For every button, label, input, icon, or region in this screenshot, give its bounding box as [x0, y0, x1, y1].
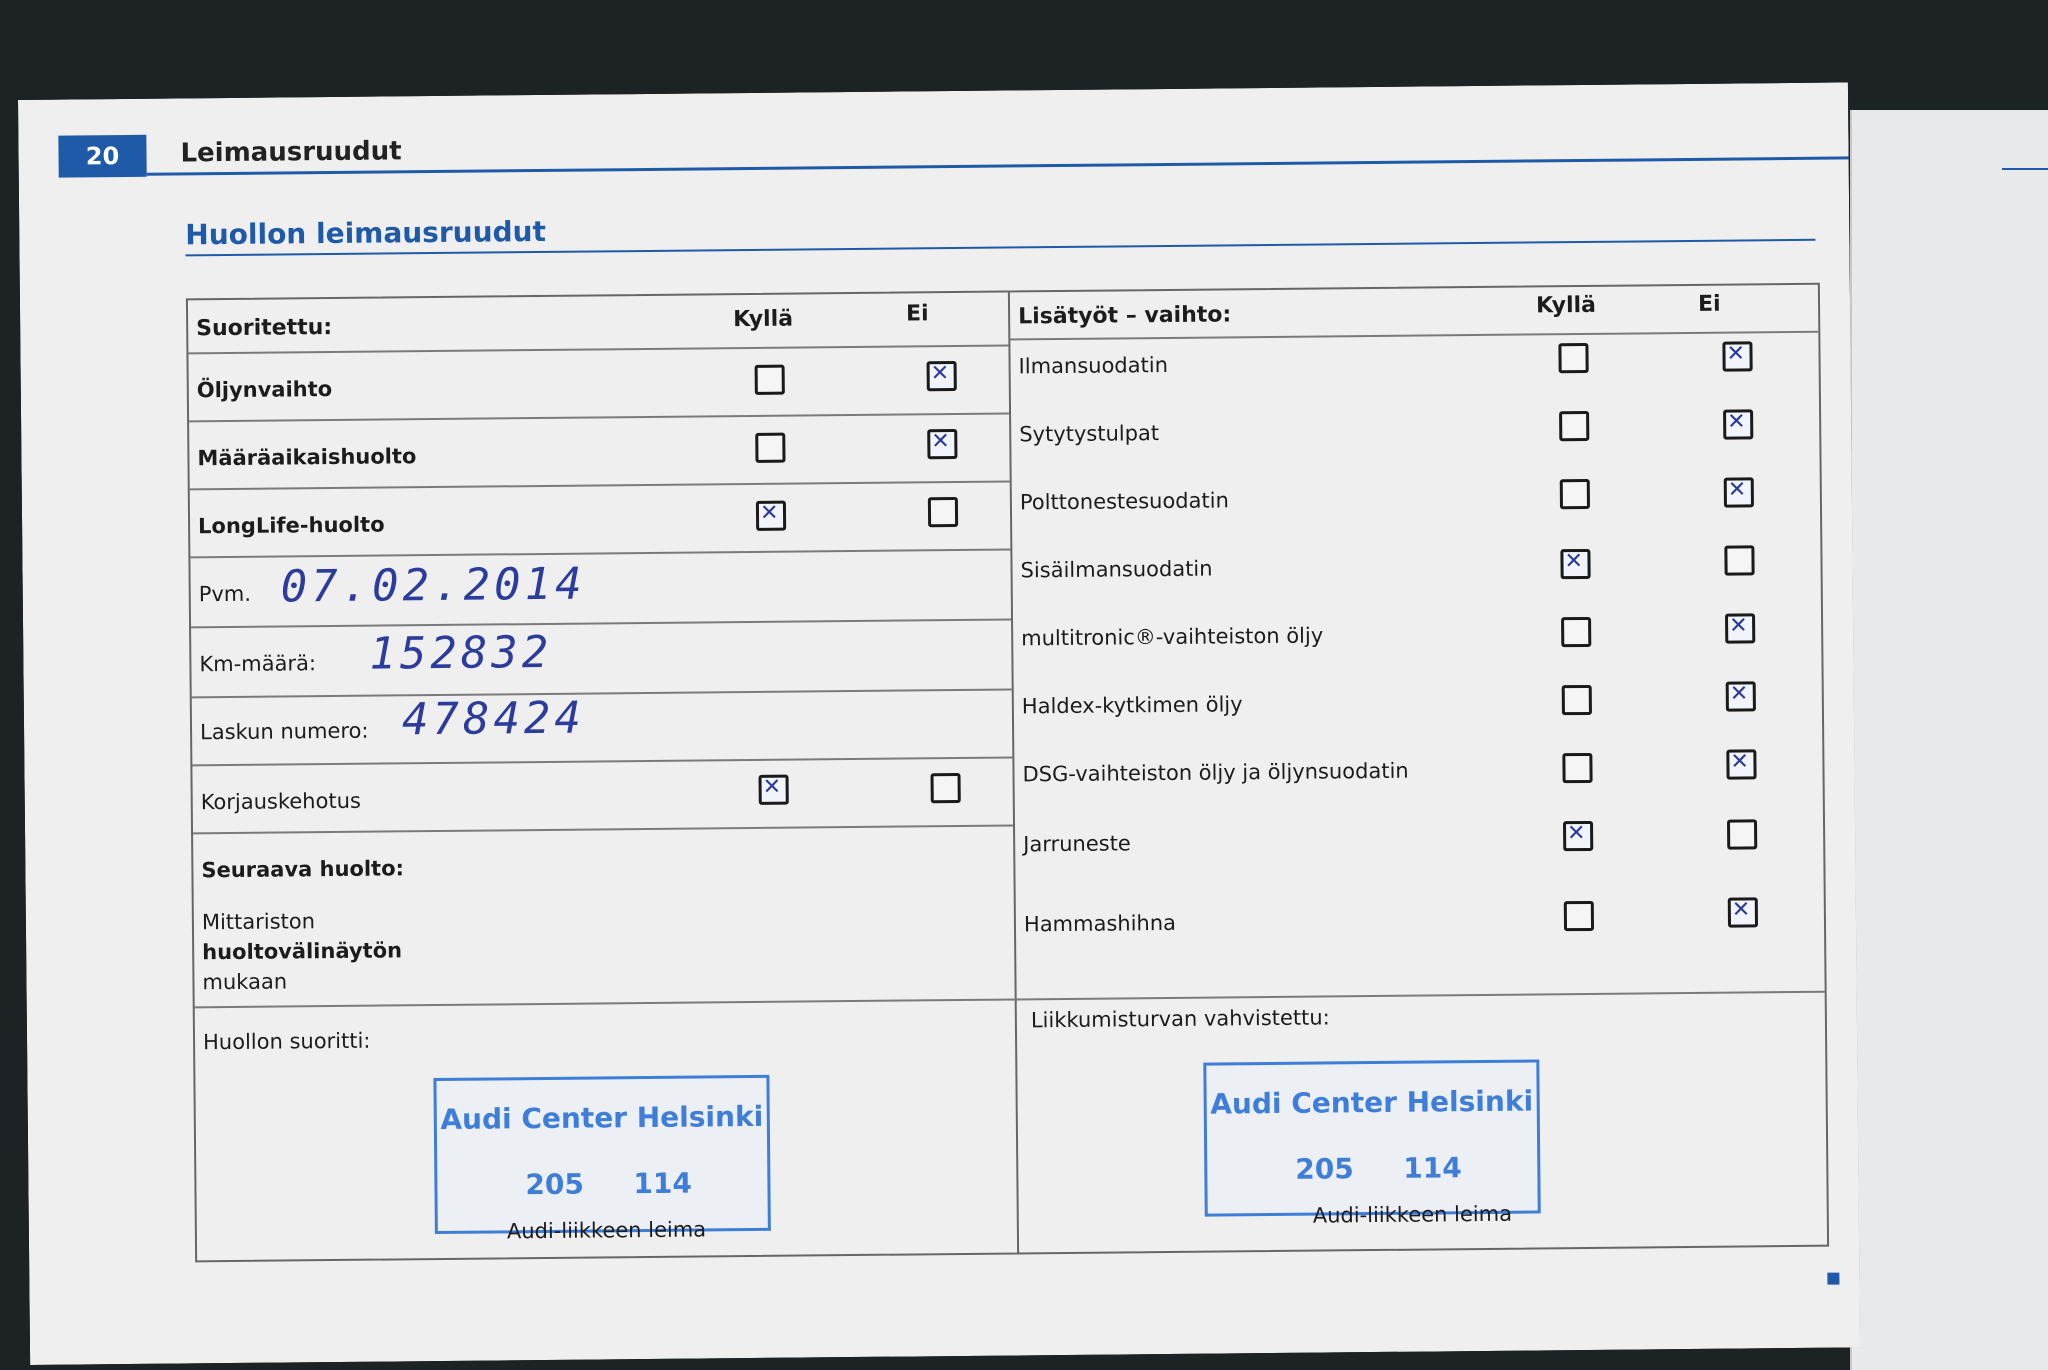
haldex-oil-no-checkbox[interactable]: [1726, 681, 1756, 711]
manual-page: 20 Leimausruudut Huollon leimausruudut S…: [18, 82, 1860, 1365]
dealer-stamp-left: Audi Center Helsinki 205 114: [433, 1075, 770, 1234]
oil-change-yes-checkbox[interactable]: [755, 365, 785, 395]
km-label: Km-määrä:: [199, 651, 317, 677]
left-header-yes: Kyllä: [733, 306, 794, 333]
page-number: 20: [58, 135, 146, 178]
repair-no-checkbox[interactable]: [931, 773, 961, 803]
repair-label: Korjauskehotus: [200, 788, 361, 815]
air-filter-label: Ilmansuodatin: [1018, 352, 1169, 379]
row-periodic-service-label: Määräaikaishuolto: [197, 444, 417, 471]
cabin-filter-label: Sisäilmansuodatin: [1020, 556, 1213, 583]
facing-page-rule: [2002, 168, 2048, 170]
section-title: Huollon leimausruudut: [185, 214, 547, 252]
page-header-title: Leimausruudut: [180, 136, 402, 169]
multitronic-oil-no-checkbox[interactable]: [1725, 613, 1755, 643]
km-handwritten: 152832: [369, 626, 553, 680]
stamp-number-1: 205: [525, 1167, 585, 1202]
stamp-number-2: 114: [633, 1166, 693, 1201]
service-stamp-table: Suoritettu: Kyllä Ei Öljynvaihto Määräai…: [186, 283, 1829, 1263]
spark-plugs-no-checkbox[interactable]: [1723, 409, 1753, 439]
indicator-line3: mukaan: [202, 969, 288, 995]
facing-page: [1850, 110, 2048, 1370]
header-rule: [147, 156, 1867, 176]
air-filter-yes-checkbox[interactable]: [1558, 343, 1588, 373]
stamp-number-1: 205: [1295, 1152, 1354, 1186]
stamp-number-2: 114: [1403, 1151, 1462, 1185]
column-divider: [1008, 292, 1019, 1252]
invoice-label: Laskun numero:: [199, 718, 369, 745]
next-service-label: Seuraava huolto:: [201, 856, 405, 883]
left-header-no: Ei: [905, 301, 929, 327]
periodic-service-no-checkbox[interactable]: [927, 429, 957, 459]
fuel-filter-no-checkbox[interactable]: [1724, 477, 1754, 507]
timing-belt-yes-checkbox[interactable]: [1564, 901, 1594, 931]
multitronic-oil-label: multitronic®-vaihteiston öljy: [1021, 623, 1324, 651]
oil-change-no-checkbox[interactable]: [927, 361, 957, 391]
spark-plugs-label: Sytytystulpat: [1019, 421, 1160, 447]
indicator-line1: Mittariston: [201, 909, 316, 935]
dsg-oil-yes-checkbox[interactable]: [1562, 753, 1592, 783]
timing-belt-label: Hammashihna: [1023, 910, 1177, 937]
invoice-handwritten: 478424: [401, 692, 586, 746]
row-longlife-label: LongLife-huolto: [197, 512, 385, 539]
air-filter-no-checkbox[interactable]: [1722, 341, 1752, 371]
stamp-caption-left: Audi-liikkeen leima: [506, 1217, 707, 1244]
indicator-line2: huoltovälinäytön: [202, 938, 403, 965]
right-header-no: Ei: [1697, 291, 1721, 317]
fuel-filter-label: Polttonestesuodatin: [1019, 488, 1229, 515]
left-header-label: Suoritettu:: [196, 314, 333, 342]
brake-fluid-yes-checkbox[interactable]: [1563, 821, 1593, 851]
date-handwritten: 07.02.2014: [280, 558, 586, 613]
performed-by-label: Huollon suoritti:: [202, 1028, 371, 1055]
longlife-yes-checkbox[interactable]: [756, 501, 786, 531]
stamp-dealer-name: Audi Center Helsinki: [440, 1099, 764, 1136]
longlife-no-checkbox[interactable]: [928, 497, 958, 527]
stamp-dealer-name: Audi Center Helsinki: [1210, 1084, 1534, 1121]
repair-yes-checkbox[interactable]: [759, 775, 789, 805]
periodic-service-yes-checkbox[interactable]: [755, 433, 785, 463]
spark-plugs-yes-checkbox[interactable]: [1559, 411, 1589, 441]
mobility-guarantee-label: Liikkumisturvan vahvistettu:: [1030, 1005, 1330, 1033]
row-oil-change-label: Öljynvaihto: [196, 376, 333, 403]
cabin-filter-yes-checkbox[interactable]: [1560, 549, 1590, 579]
right-header-label: Lisätyöt – vaihto:: [1018, 302, 1232, 330]
multitronic-oil-yes-checkbox[interactable]: [1561, 617, 1591, 647]
haldex-oil-label: Haldex-kytkimen öljy: [1021, 692, 1243, 719]
dealer-stamp-right: Audi Center Helsinki 205 114: [1203, 1059, 1540, 1216]
haldex-oil-yes-checkbox[interactable]: [1562, 685, 1592, 715]
dsg-oil-no-checkbox[interactable]: [1726, 749, 1756, 779]
brake-fluid-no-checkbox[interactable]: [1727, 819, 1757, 849]
brake-fluid-label: Jarruneste: [1023, 831, 1131, 857]
timing-belt-no-checkbox[interactable]: [1728, 897, 1758, 927]
end-marker: [1827, 1273, 1839, 1285]
stamp-caption-right: Audi-liikkeen leima: [1312, 1201, 1513, 1228]
fuel-filter-yes-checkbox[interactable]: [1560, 479, 1590, 509]
date-label: Pvm.: [198, 581, 252, 607]
dsg-oil-label: DSG-vaihteiston öljy ja öljynsuodatin: [1022, 758, 1409, 787]
cabin-filter-no-checkbox[interactable]: [1724, 545, 1754, 575]
right-header-yes: Kyllä: [1535, 292, 1597, 319]
